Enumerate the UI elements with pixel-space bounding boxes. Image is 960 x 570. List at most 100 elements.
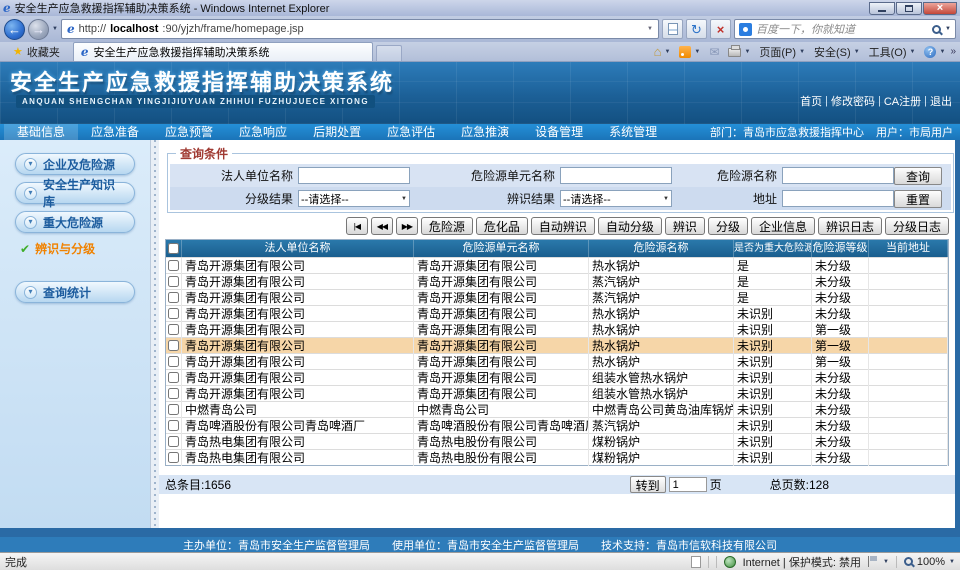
auto-identify-button[interactable]: 自动辨识 [531,217,595,235]
query-legend: 查询条件 [176,145,232,162]
close-button[interactable]: × [923,2,957,15]
nav-item-6[interactable]: 应急推演 [448,124,522,140]
url-field[interactable]: e http://localhost:90/yjzh/frame/homepag… [61,19,659,39]
table-row[interactable]: 青岛热电集团有限公司青岛热电股份有限公司煤粉锅炉未识别未分级 [166,433,948,449]
row-checkbox[interactable] [168,356,179,367]
table-row[interactable]: 青岛开源集团有限公司青岛开源集团有限公司组装水管热水锅炉未识别未分级 [166,369,948,385]
table-row[interactable]: 青岛开源集团有限公司青岛开源集团有限公司蒸汽锅炉是未分级 [166,289,948,305]
identify-button[interactable]: 辨识 [665,217,705,235]
search-button[interactable]: 查询 [894,167,942,185]
table-row[interactable]: 青岛开源集团有限公司青岛开源集团有限公司组装水管热水锅炉未识别未分级 [166,385,948,401]
row-checkbox[interactable] [168,292,179,303]
new-tab-button[interactable] [376,45,402,61]
table-row[interactable]: 青岛开源集团有限公司青岛开源集团有限公司热水锅炉未识别第一级 [166,353,948,369]
row-checkbox[interactable] [168,388,179,399]
sidebar-item-4[interactable]: ▾查询统计 [15,281,135,303]
table-row[interactable]: 青岛啤酒股份有限公司青岛啤酒厂青岛啤酒股份有限公司青岛啤酒厂蒸汽锅炉未识别未分级 [166,417,948,433]
corp-name-input[interactable] [298,167,410,184]
enterprise-info-button[interactable]: 企业信息 [751,217,815,235]
page-menu[interactable]: 页面(P)▼ [755,43,809,61]
sidebar-item-label: 查询统计 [43,284,91,301]
mail-button[interactable]: ✉ [705,43,723,61]
tools-menu[interactable]: 工具(O)▼ [865,43,920,61]
header-link-0[interactable]: 首页 [800,93,822,109]
table-row[interactable]: 青岛开源集团有限公司青岛开源集团有限公司热水锅炉未识别第一级 [166,321,948,337]
search-icon[interactable] [932,25,941,34]
frame-splitter[interactable] [150,140,159,528]
identify-result-select[interactable]: --请选择--▼ [560,190,672,207]
next-page-button[interactable]: ▶▶ [396,217,418,235]
hazard-chemical-button[interactable]: 危化品 [476,217,528,235]
hazard-name-input[interactable] [782,167,894,184]
reset-button[interactable]: 重置 [894,190,942,208]
minimize-button[interactable] [869,2,895,15]
grade-button[interactable]: 分级 [708,217,748,235]
maximize-button[interactable] [896,2,922,15]
table-row[interactable]: 青岛热电集团有限公司青岛热电股份有限公司煤粉锅炉未识别未分级 [166,449,948,465]
sidebar-active-item[interactable]: ✔辨识与分级 [20,240,150,257]
row-checkbox[interactable] [168,340,179,351]
header-link-2[interactable]: CA注册 [884,93,921,109]
favorites-button[interactable]: ★ 收藏夹 [4,43,69,61]
hazard-unit-name-input[interactable] [560,167,672,184]
compatibility-view-button[interactable] [662,19,683,39]
first-page-button[interactable]: |◀ [346,217,368,235]
row-checkbox[interactable] [168,452,179,463]
page-number-input[interactable] [669,477,707,492]
auto-grade-button[interactable]: 自动分级 [598,217,662,235]
sidebar-item-0[interactable]: ▾企业及危险源 [15,153,135,175]
url-dropdown-icon[interactable]: ▼ [647,26,653,32]
nav-item-2[interactable]: 应急预警 [152,124,226,140]
table-row[interactable]: 青岛开源集团有限公司青岛开源集团有限公司热水锅炉未识别第一级 [166,337,948,353]
row-checkbox[interactable] [168,308,179,319]
table-row[interactable]: 青岛开源集团有限公司青岛开源集团有限公司热水锅炉是未分级 [166,257,948,273]
stop-button[interactable]: × [710,19,731,39]
nav-item-4[interactable]: 后期处置 [300,124,374,140]
nav-item-8[interactable]: 系统管理 [596,124,670,140]
hazard-source-button[interactable]: 危险源 [421,217,473,235]
nav-item-1[interactable]: 应急准备 [78,124,152,140]
prev-page-button[interactable]: ◀◀ [371,217,393,235]
zoom-control[interactable]: 100% ▼ [904,556,955,568]
row-checkbox[interactable] [168,276,179,287]
row-checkbox[interactable] [168,372,179,383]
grade-result-select[interactable]: --请选择--▼ [298,190,410,207]
select-all-checkbox[interactable] [168,243,179,254]
header-link-1[interactable]: 修改密码 [831,93,875,109]
row-checkbox[interactable] [168,324,179,335]
chevron-down-icon[interactable]: ▼ [883,559,889,565]
identify-log-button[interactable]: 辨识日志 [818,217,882,235]
grade-log-button[interactable]: 分级日志 [885,217,949,235]
browser-tab[interactable]: e 安全生产应急救援指挥辅助决策系统 [73,42,373,61]
help-menu[interactable]: ?▼ [920,43,949,61]
address-input[interactable] [782,190,894,207]
table-row[interactable]: 青岛开源集团有限公司青岛开源集团有限公司蒸汽锅炉是未分级 [166,273,948,289]
flag-icon[interactable] [868,556,876,567]
refresh-button[interactable]: ↻ [686,19,707,39]
row-checkbox[interactable] [168,260,179,271]
home-button[interactable]: ⌂▼ [650,43,675,61]
security-menu[interactable]: 安全(S)▼ [810,43,864,61]
nav-item-5[interactable]: 应急评估 [374,124,448,140]
row-checkbox[interactable] [168,420,179,431]
back-button[interactable]: ← [4,19,25,40]
history-dropdown-icon[interactable]: ▼ [52,26,58,32]
goto-page-button[interactable]: 转到 [630,476,666,493]
row-checkbox[interactable] [168,404,179,415]
table-row[interactable]: 青岛开源集团有限公司青岛开源集团有限公司热水锅炉未识别未分级 [166,305,948,321]
nav-item-7[interactable]: 设备管理 [522,124,596,140]
overflow-icon[interactable]: » [950,46,956,57]
sidebar-item-1[interactable]: ▾安全生产知识库 [15,182,135,204]
forward-button[interactable]: → [28,19,49,40]
header-link-3[interactable]: 退出 [930,93,952,109]
table-row[interactable]: 中燃青岛公司中燃青岛公司中燃青岛公司黄岛油库锅炉未识别未分级 [166,401,948,417]
feeds-button[interactable]: ▼ [675,43,704,61]
search-dropdown-icon[interactable]: ▼ [945,26,951,32]
sidebar-item-2[interactable]: ▾重大危险源 [15,211,135,233]
table-cell: 未识别 [734,418,812,434]
search-box[interactable]: 百度一下，你就知道 ▼ [734,19,956,39]
print-button[interactable]: ▼ [724,43,754,61]
nav-item-3[interactable]: 应急响应 [226,124,300,140]
row-checkbox[interactable] [168,436,179,447]
nav-item-0[interactable]: 基础信息 [4,124,78,140]
